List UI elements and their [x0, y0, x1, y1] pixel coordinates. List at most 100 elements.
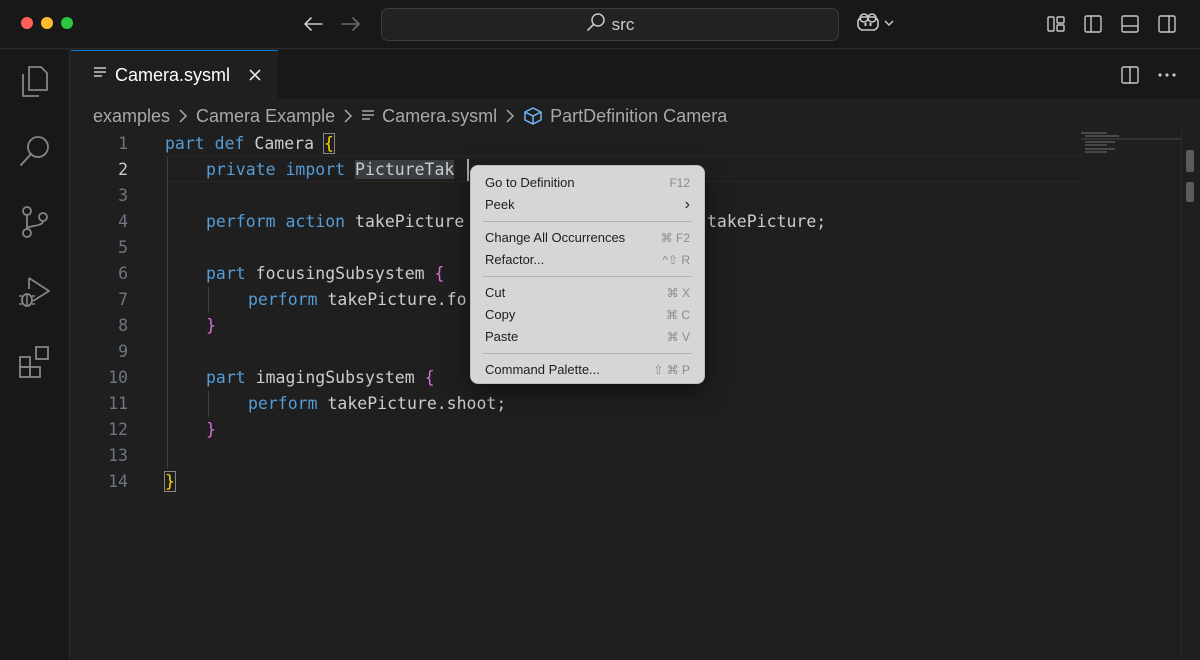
minimap-line: [1085, 141, 1115, 143]
file-lines-icon: [93, 66, 107, 85]
forward-arrow-icon[interactable]: [338, 10, 364, 38]
line-number: 10: [108, 368, 128, 387]
line-number: 7: [118, 290, 128, 309]
code-keyword: part: [206, 264, 246, 283]
source-control-icon[interactable]: [15, 202, 55, 242]
indent-guide: [208, 287, 209, 313]
indent-guide: [167, 157, 168, 469]
command-center-search[interactable]: src: [381, 8, 839, 41]
breadcrumb-item-file[interactable]: Camera.sysml: [382, 106, 497, 127]
chevron-right-icon: [178, 109, 188, 123]
minimap-line: [1081, 138, 1181, 140]
code-bracket: {: [322, 133, 335, 154]
code-bracket: }: [206, 420, 216, 439]
code-text: imagingSubsystem: [245, 368, 425, 387]
tab-label: Camera.sysml: [115, 64, 231, 85]
minimap-line: [1085, 151, 1107, 153]
toggle-sidebar-icon[interactable]: [1082, 13, 1104, 35]
extensions-icon[interactable]: [15, 342, 55, 382]
code-text: takePicture.shoot;: [317, 394, 507, 413]
line-number: 14: [108, 472, 128, 491]
code-keyword: perform: [248, 290, 318, 309]
code-bracket: {: [424, 368, 435, 387]
line-number: 3: [118, 186, 128, 205]
code-keyword: perform: [248, 394, 318, 413]
menu-item-command-palette[interactable]: Command Palette... ⇧ ⌘ P: [471, 359, 704, 381]
menu-item-label: Refactor...: [485, 252, 545, 267]
activity-bar: [0, 50, 70, 660]
menu-item-shortcut: ⌘ C: [666, 308, 690, 322]
close-icon[interactable]: [246, 66, 264, 84]
code-bracket: }: [206, 316, 216, 335]
menu-item-copy[interactable]: Copy ⌘ C: [471, 304, 704, 326]
chevron-right-icon: [343, 109, 353, 123]
code-keyword: private import: [206, 160, 346, 179]
copilot-icon: [856, 11, 880, 38]
menu-item-shortcut: F12: [669, 176, 690, 190]
menu-separator: [483, 353, 692, 354]
text-cursor: [467, 159, 469, 181]
line-number-active: 2: [118, 160, 128, 179]
tab-camera-sysml[interactable]: Camera.sysml: [71, 50, 278, 99]
search-text: src: [611, 14, 635, 34]
indent-guide: [208, 391, 209, 417]
line-number: 13: [108, 446, 128, 465]
more-actions-icon[interactable]: [1156, 64, 1178, 86]
menu-item-label: Command Palette...: [485, 362, 600, 377]
menu-item-change-all-occurrences[interactable]: Change All Occurrences ⌘ F2: [471, 227, 704, 249]
code-line-12: }: [206, 417, 216, 443]
split-editor-icon[interactable]: [1119, 64, 1141, 86]
menu-item-label: Go to Definition: [485, 175, 575, 190]
code-text: takePicture;: [707, 212, 827, 231]
code-line-8: }: [206, 313, 216, 339]
line-number: 8: [118, 316, 128, 335]
code-keyword: perform action: [206, 212, 346, 231]
line-number: 12: [108, 420, 128, 439]
code-keyword: part def: [165, 134, 245, 153]
window-close-button[interactable]: [21, 17, 33, 29]
menu-item-label: Paste: [485, 329, 519, 344]
code-line-14: }: [164, 469, 176, 495]
code-text: takePicture: [345, 212, 465, 231]
code-line-10: part imagingSubsystem {: [206, 365, 435, 391]
scrollbar-thumb[interactable]: [1186, 150, 1194, 172]
menu-item-shortcut: ⌘ F2: [660, 231, 690, 245]
context-menu: Go to Definition F12 Peek › Change All Occ…: [470, 165, 705, 384]
code-line-6: part focusingSubsystem {: [206, 261, 444, 287]
line-number: 9: [118, 342, 128, 361]
menu-item-peek[interactable]: Peek ›: [471, 194, 704, 216]
explorer-icon[interactable]: [15, 62, 55, 102]
run-debug-icon[interactable]: [15, 272, 55, 312]
minimap[interactable]: [1081, 130, 1181, 170]
menu-item-label: Cut: [485, 285, 506, 300]
layout-icon[interactable]: [1045, 13, 1067, 35]
menu-separator: [483, 221, 692, 222]
window-minimize-button[interactable]: [41, 17, 53, 29]
menu-item-paste[interactable]: Paste ⌘ V: [471, 326, 704, 348]
code-line-11: perform takePicture.shoot;: [248, 391, 506, 417]
copilot-menu[interactable]: [856, 12, 895, 36]
menu-item-cut[interactable]: Cut ⌘ X: [471, 282, 704, 304]
toggle-panel-icon[interactable]: [1119, 13, 1141, 35]
tab-bar: Camera.sysml: [71, 50, 1200, 99]
line-number: 4: [118, 212, 128, 231]
code-line-4-tail: takePicture;: [707, 209, 826, 235]
breadcrumb-item-symbol[interactable]: PartDefinition Camera: [550, 106, 727, 127]
menu-item-shortcut: ^⇧ R: [662, 253, 690, 267]
breadcrumb-item-examples[interactable]: examples: [93, 106, 170, 127]
symbol-class-icon: [523, 107, 543, 125]
breadcrumb-item-camera-example[interactable]: Camera Example: [196, 106, 335, 127]
menu-item-shortcut: ⌘ V: [666, 330, 690, 344]
back-arrow-icon[interactable]: [300, 10, 326, 38]
menu-item-go-to-definition[interactable]: Go to Definition F12: [471, 172, 704, 194]
search-icon: [586, 12, 606, 37]
menu-item-label: Peek: [485, 197, 515, 212]
minimap-line: [1085, 148, 1115, 150]
window-maximize-button[interactable]: [61, 17, 73, 29]
toggle-secondary-sidebar-icon[interactable]: [1156, 13, 1178, 35]
menu-item-refactor[interactable]: Refactor... ^⇧ R: [471, 249, 704, 271]
chevron-right-icon: ›: [684, 196, 690, 213]
search-view-icon[interactable]: [15, 132, 55, 172]
vertical-scrollbar[interactable]: [1181, 130, 1200, 660]
